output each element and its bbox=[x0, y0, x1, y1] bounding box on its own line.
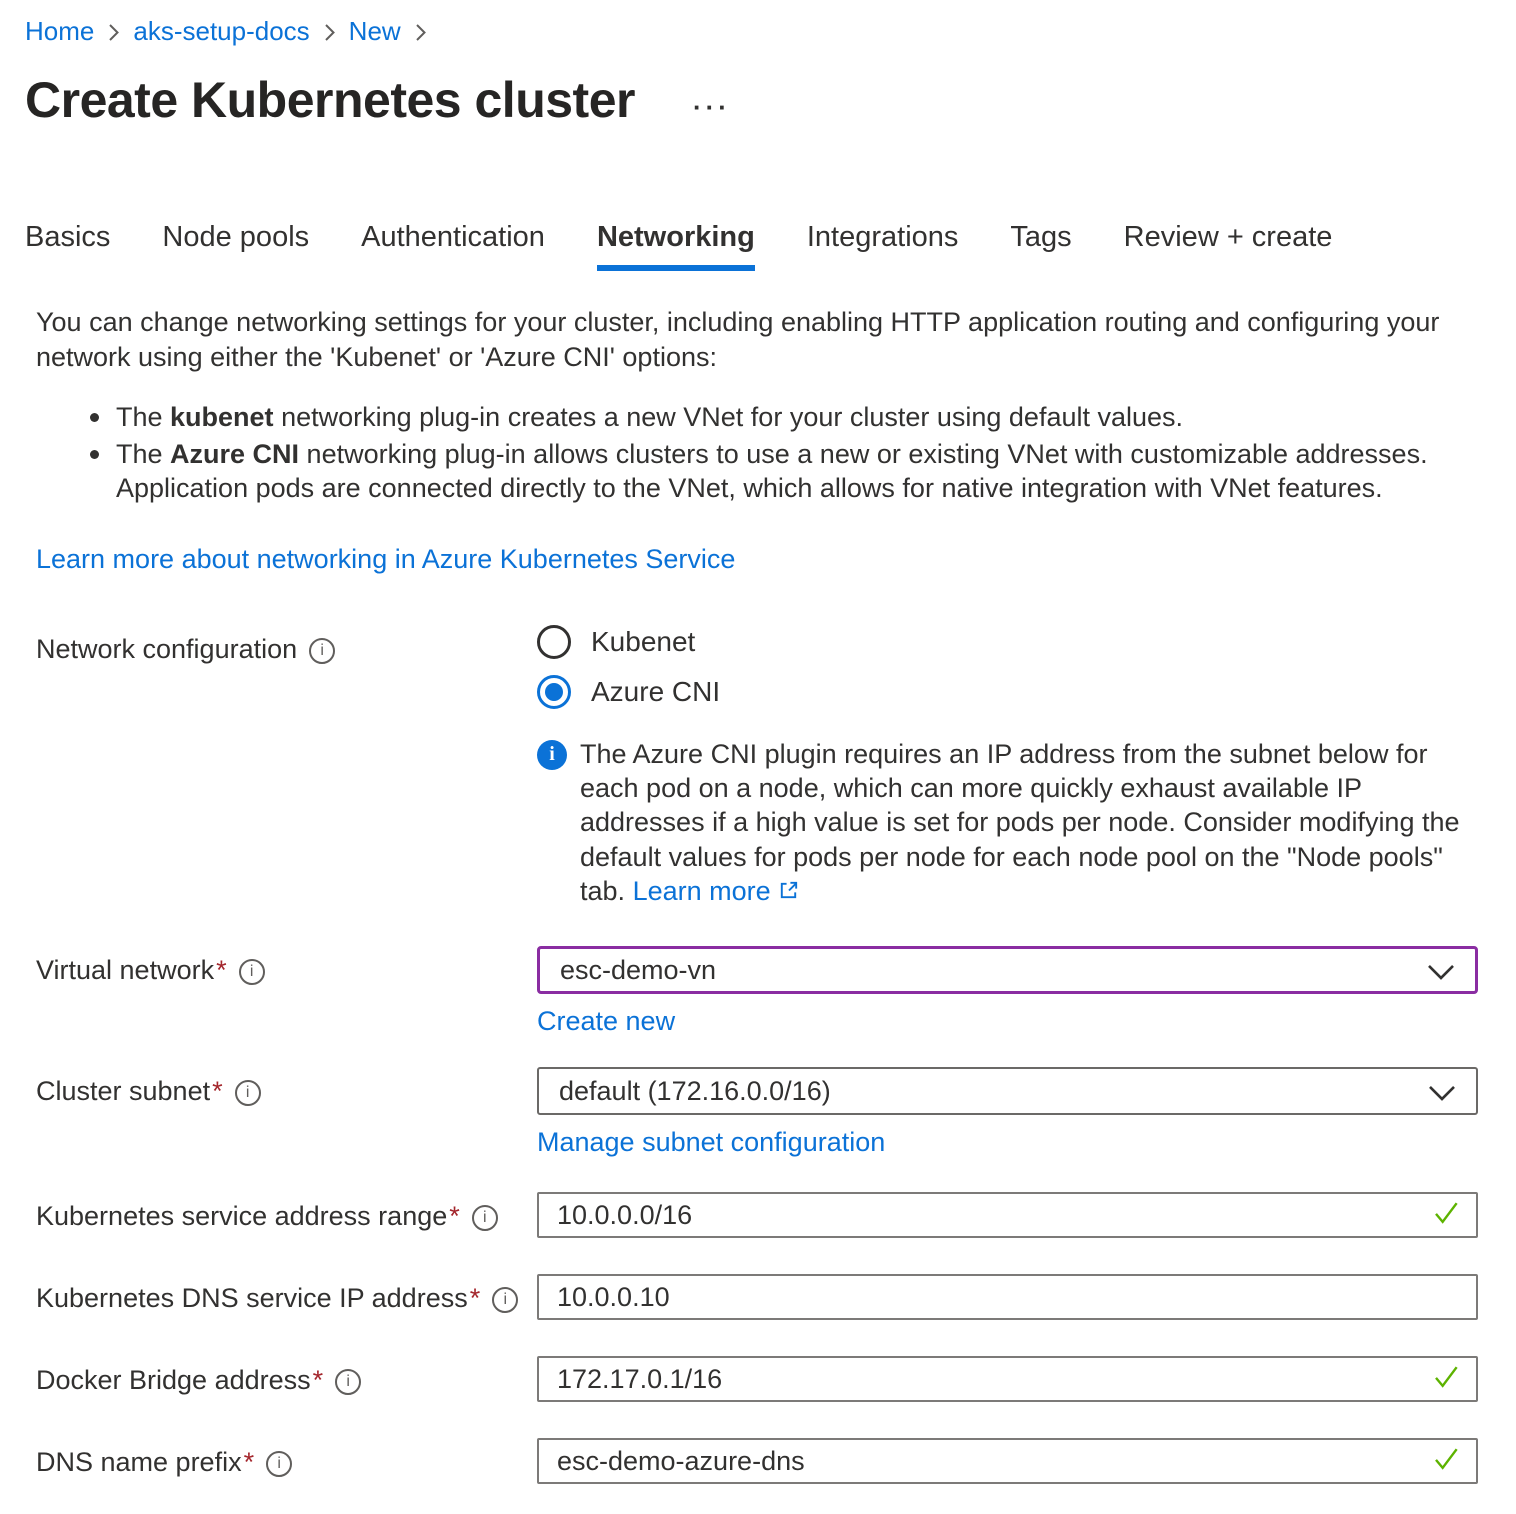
dns-name-prefix-input[interactable] bbox=[537, 1438, 1478, 1484]
page-title: Create Kubernetes cluster bbox=[25, 71, 635, 129]
radio-selected-icon bbox=[537, 675, 571, 709]
network-configuration-radio-group: Kubenet Azure CNI bbox=[537, 625, 1478, 709]
external-link-icon bbox=[777, 876, 800, 910]
chevron-down-icon bbox=[1427, 957, 1455, 988]
networking-intro-bullets: The kubenet networking plug-in creates a… bbox=[90, 400, 1430, 506]
info-icon[interactable]: i bbox=[266, 1451, 292, 1477]
info-icon[interactable]: i bbox=[235, 1080, 261, 1106]
info-icon[interactable]: i bbox=[492, 1287, 518, 1313]
docker-bridge-label: Docker Bridge address* bbox=[36, 1365, 323, 1396]
network-configuration-label: Network configuration bbox=[36, 634, 297, 665]
info-icon[interactable]: i bbox=[309, 638, 335, 664]
radio-azure-cni-label: Azure CNI bbox=[591, 676, 720, 708]
breadcrumb-new-link[interactable]: New bbox=[349, 16, 401, 47]
tab-basics[interactable]: Basics bbox=[25, 221, 110, 271]
create-new-vnet-link[interactable]: Create new bbox=[537, 1006, 675, 1037]
breadcrumb-chevron-icon bbox=[107, 22, 120, 43]
valid-checkmark-icon bbox=[1430, 1197, 1462, 1234]
tab-networking[interactable]: Networking bbox=[597, 221, 755, 271]
required-asterisk: * bbox=[449, 1201, 460, 1231]
valid-checkmark-icon bbox=[1430, 1443, 1462, 1480]
tab-review-create[interactable]: Review + create bbox=[1124, 221, 1333, 271]
breadcrumb-aks-setup-docs-link[interactable]: aks-setup-docs bbox=[133, 16, 309, 47]
dns-service-ip-input[interactable] bbox=[537, 1274, 1478, 1320]
required-asterisk: * bbox=[244, 1447, 255, 1477]
info-icon[interactable]: i bbox=[239, 959, 265, 985]
tab-node-pools[interactable]: Node pools bbox=[162, 221, 309, 271]
virtual-network-value: esc-demo-vn bbox=[560, 955, 716, 986]
breadcrumb-chevron-icon bbox=[323, 22, 336, 43]
service-address-range-input[interactable] bbox=[537, 1192, 1478, 1238]
bullet-azure-cni: The Azure CNI networking plug-in allows … bbox=[90, 437, 1430, 506]
more-options-button[interactable]: ··· bbox=[693, 92, 731, 123]
create-kubernetes-cluster-page: Home aks-setup-docs New Create Kubernete… bbox=[0, 0, 1516, 1514]
radio-kubenet[interactable]: Kubenet bbox=[537, 625, 1478, 659]
cluster-subnet-value: default (172.16.0.0/16) bbox=[559, 1076, 831, 1107]
radio-azure-cni[interactable]: Azure CNI bbox=[537, 675, 1478, 709]
required-asterisk: * bbox=[313, 1365, 324, 1395]
virtual-network-label: Virtual network* bbox=[36, 955, 227, 986]
cluster-subnet-label: Cluster subnet* bbox=[36, 1076, 223, 1107]
info-filled-icon: i bbox=[537, 740, 567, 770]
virtual-network-select[interactable]: esc-demo-vn bbox=[537, 946, 1478, 994]
service-address-range-label: Kubernetes service address range* bbox=[36, 1201, 460, 1232]
docker-bridge-input[interactable] bbox=[537, 1356, 1478, 1402]
tab-authentication[interactable]: Authentication bbox=[361, 221, 545, 271]
info-icon[interactable]: i bbox=[472, 1205, 498, 1231]
required-asterisk: * bbox=[216, 955, 227, 985]
info-icon[interactable]: i bbox=[335, 1369, 361, 1395]
chevron-down-icon bbox=[1428, 1078, 1456, 1109]
manage-subnet-configuration-link[interactable]: Manage subnet configuration bbox=[537, 1127, 885, 1158]
tab-bar: Basics Node pools Authentication Network… bbox=[25, 221, 1480, 271]
breadcrumb-home-link[interactable]: Home bbox=[25, 16, 94, 47]
dns-service-ip-label: Kubernetes DNS service IP address* bbox=[36, 1283, 480, 1314]
azure-cni-info-note: i The Azure CNI plugin requires an IP ad… bbox=[537, 737, 1478, 910]
radio-kubenet-label: Kubenet bbox=[591, 626, 695, 658]
radio-unselected-icon bbox=[537, 625, 571, 659]
breadcrumb-chevron-icon bbox=[414, 22, 427, 43]
info-note-learn-more-link[interactable]: Learn more bbox=[633, 876, 800, 906]
learn-more-networking-link[interactable]: Learn more about networking in Azure Kub… bbox=[36, 544, 735, 575]
valid-checkmark-icon bbox=[1430, 1361, 1462, 1398]
cluster-subnet-select[interactable]: default (172.16.0.0/16) bbox=[537, 1067, 1478, 1115]
networking-intro-paragraph: You can change networking settings for y… bbox=[36, 305, 1446, 374]
required-asterisk: * bbox=[470, 1283, 481, 1313]
bullet-kubenet: The kubenet networking plug-in creates a… bbox=[90, 400, 1430, 435]
breadcrumb: Home aks-setup-docs New bbox=[25, 16, 1480, 47]
tab-tags[interactable]: Tags bbox=[1010, 221, 1071, 271]
dns-name-prefix-label: DNS name prefix* bbox=[36, 1447, 254, 1478]
tab-integrations[interactable]: Integrations bbox=[807, 221, 959, 271]
networking-form: Network configuration i Kubenet Azure CN… bbox=[25, 625, 1480, 1484]
required-asterisk: * bbox=[212, 1076, 223, 1106]
